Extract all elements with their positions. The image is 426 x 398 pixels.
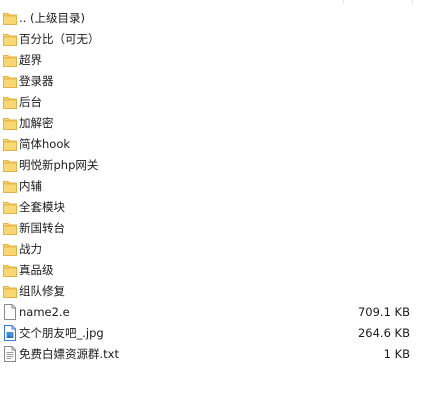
folder-icon <box>3 136 17 152</box>
folder-row[interactable]: 全套模块 <box>0 197 426 218</box>
folder-name: 组队修复 <box>19 284 65 298</box>
folder-icon <box>3 94 17 110</box>
folder-name: 后台 <box>19 95 42 109</box>
folder-icon <box>3 73 17 89</box>
folder-name: 全套模块 <box>19 200 65 214</box>
folder-icon <box>3 220 17 236</box>
folder-name: 明悦新php网关 <box>19 158 99 172</box>
folder-row[interactable]: 百分比（可无） <box>0 29 426 50</box>
folder-name: 超界 <box>19 53 42 67</box>
file-size: 264.6 KB <box>357 326 410 340</box>
folder-row[interactable]: 新国转台 <box>0 218 426 239</box>
file-list: .. (上级目录) 百分比（可无） 超界 登录器 后台 加解密 简体hook 明… <box>0 8 426 365</box>
folder-icon <box>3 283 17 299</box>
folder-name: 战力 <box>19 242 42 256</box>
folder-icon <box>3 178 17 194</box>
column-header-strip <box>0 0 426 4</box>
folder-icon <box>3 115 17 131</box>
file-name: 交个朋友吧_.jpg <box>19 326 104 340</box>
folder-icon <box>3 31 17 47</box>
folder-name: 内辅 <box>19 179 42 193</box>
folder-icon <box>3 157 17 173</box>
column-divider[interactable] <box>412 0 413 4</box>
file-row[interactable]: name2.e 709.1 KB <box>0 302 426 323</box>
generic-file-icon <box>3 304 17 320</box>
folder-name: 简体hook <box>19 137 71 151</box>
text-file-icon <box>3 346 17 362</box>
folder-row[interactable]: 组队修复 <box>0 281 426 302</box>
folder-row[interactable]: 超界 <box>0 50 426 71</box>
folder-name: .. (上级目录) <box>19 11 85 25</box>
file-name: 免费白嫖资源群.txt <box>19 347 119 361</box>
folder-row[interactable]: 登录器 <box>0 71 426 92</box>
folder-row[interactable]: 简体hook <box>0 134 426 155</box>
file-size: 1 KB <box>383 347 410 361</box>
file-row[interactable]: 免费白嫖资源群.txt 1 KB <box>0 344 426 365</box>
folder-name: 新国转台 <box>19 221 65 235</box>
image-file-icon <box>3 325 17 341</box>
folder-name: 加解密 <box>19 116 54 130</box>
folder-icon <box>3 52 17 68</box>
folder-icon <box>3 199 17 215</box>
folder-name: 登录器 <box>19 74 54 88</box>
folder-row[interactable]: 真品级 <box>0 260 426 281</box>
file-size: 709.1 KB <box>357 305 410 319</box>
folder-icon <box>3 241 17 257</box>
file-row[interactable]: 交个朋友吧_.jpg 264.6 KB <box>0 323 426 344</box>
folder-row[interactable]: 加解密 <box>0 113 426 134</box>
folder-icon <box>3 262 17 278</box>
folder-row[interactable]: 明悦新php网关 <box>0 155 426 176</box>
folder-row[interactable]: 内辅 <box>0 176 426 197</box>
folder-row[interactable]: 战力 <box>0 239 426 260</box>
folder-icon <box>3 10 17 26</box>
folder-row[interactable]: 后台 <box>0 92 426 113</box>
folder-name: 百分比（可无） <box>19 32 100 46</box>
file-name: name2.e <box>19 305 70 319</box>
folder-row-parent[interactable]: .. (上级目录) <box>0 8 426 29</box>
column-divider[interactable] <box>343 0 344 4</box>
folder-name: 真品级 <box>19 263 54 277</box>
